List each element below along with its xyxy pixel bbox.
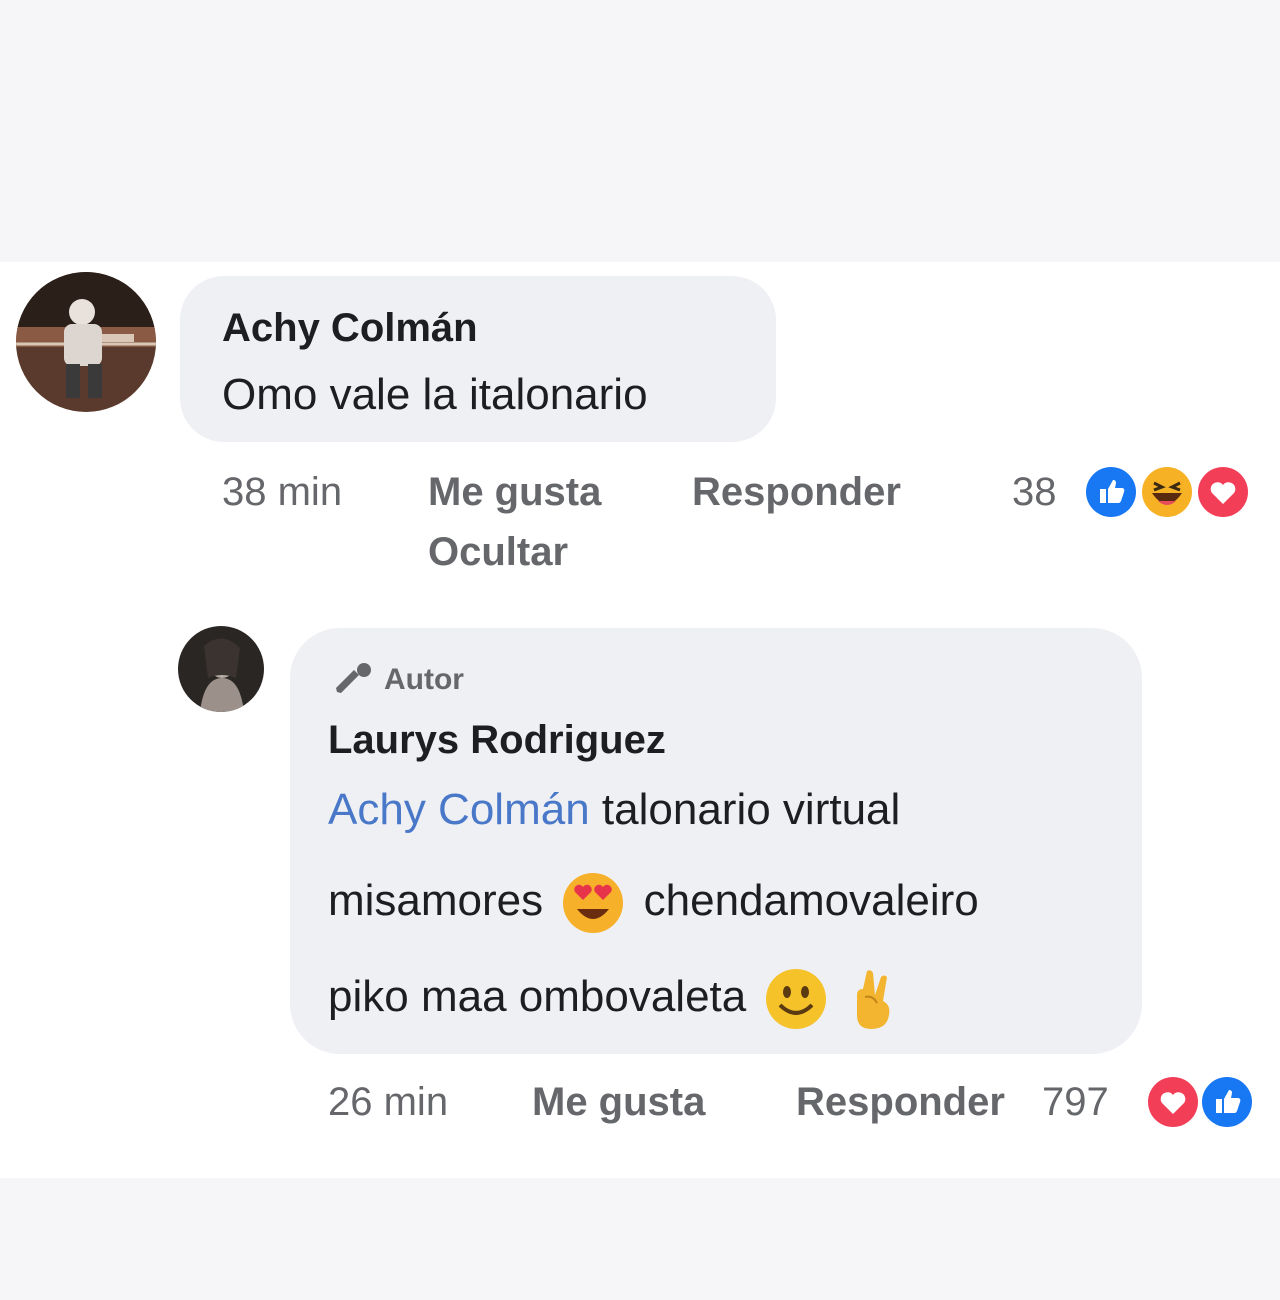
love-icon <box>1194 463 1252 521</box>
reply-text-part: chendamovaleiro <box>643 876 979 925</box>
reply-line-2: misamores chendamovaleiro <box>328 866 979 936</box>
avatar-achy-colman[interactable] <box>16 272 156 412</box>
smiley-emoji <box>764 967 828 1031</box>
reply-line-1: Achy Colmán talonario virtual <box>328 780 900 840</box>
comment-like-button[interactable]: Me gusta <box>428 470 601 515</box>
comment-text: Omo vale la italonario <box>222 370 648 419</box>
comment-hide-button[interactable]: Ocultar <box>428 530 568 575</box>
bottom-spacer <box>0 1178 1280 1300</box>
comment-reply-button[interactable]: Responder <box>692 470 901 515</box>
author-badge-label: Autor <box>384 663 464 696</box>
reply-text-part: talonario virtual <box>601 785 901 834</box>
reply-reaction-count[interactable]: 797 <box>1042 1080 1109 1125</box>
author-badge: Autor <box>330 658 464 702</box>
love-icon <box>1144 1073 1202 1131</box>
reply-timestamp[interactable]: 26 min <box>328 1080 448 1125</box>
reply-line-3: piko maa ombovaleta <box>328 962 901 1032</box>
comment-timestamp[interactable]: 38 min <box>222 470 342 515</box>
microphone-icon <box>336 663 371 693</box>
reply-text-part: piko maa ombovaleta <box>328 972 747 1021</box>
comment-reaction-count[interactable]: 38 <box>1012 470 1057 515</box>
heart-eyes-emoji <box>561 871 625 935</box>
reply-text-part: misamores <box>328 876 544 925</box>
like-icon <box>1082 463 1140 521</box>
top-spacer <box>0 0 1280 262</box>
mention-link[interactable]: Achy Colmán <box>328 785 590 834</box>
like-icon <box>1198 1073 1256 1131</box>
reply-author-name[interactable]: Laurys Rodriguez <box>328 718 666 763</box>
avatar-laurys-rodriguez[interactable] <box>178 626 264 712</box>
comment-author-name[interactable]: Achy Colmán <box>222 306 478 351</box>
reply-reply-button[interactable]: Responder <box>796 1080 1005 1125</box>
crossed-fingers-emoji <box>847 967 895 1031</box>
reply-like-button[interactable]: Me gusta <box>532 1080 705 1125</box>
haha-icon <box>1138 463 1196 521</box>
